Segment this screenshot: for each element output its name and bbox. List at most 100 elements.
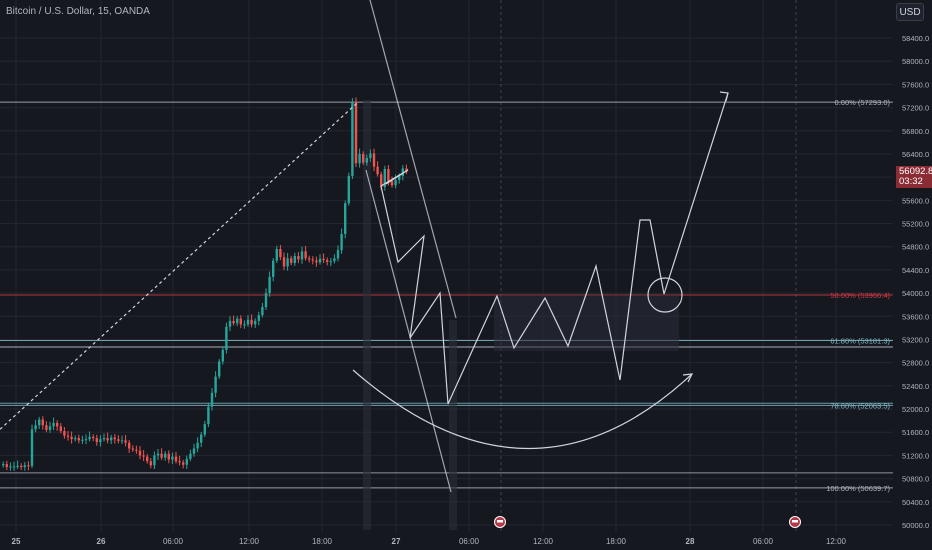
candle[interactable] [149, 461, 152, 466]
candle[interactable] [203, 424, 206, 435]
candle[interactable] [52, 422, 55, 427]
candle[interactable] [70, 436, 73, 440]
candle[interactable] [239, 318, 242, 325]
candle[interactable] [189, 453, 192, 459]
candle[interactable] [9, 466, 12, 468]
candle[interactable] [225, 326, 228, 350]
candle[interactable] [38, 419, 41, 426]
candle[interactable] [376, 166, 379, 175]
candle[interactable] [351, 102, 354, 176]
candle[interactable] [282, 257, 286, 267]
currency-button[interactable]: USD [896, 3, 924, 21]
candle[interactable] [66, 435, 70, 437]
candle[interactable] [41, 419, 44, 426]
time-axis[interactable]: 25 26 06:00 12:00 18:00 27 06:00 12:00 18:00 28 06… [0, 532, 932, 550]
price-path-projection[interactable] [380, 92, 729, 405]
candle[interactable] [261, 307, 264, 316]
candle[interactable] [304, 251, 307, 259]
candle[interactable] [286, 258, 289, 267]
candle[interactable] [5, 464, 8, 468]
candle[interactable] [275, 249, 278, 261]
candle[interactable] [322, 258, 325, 261]
candle[interactable] [146, 456, 149, 462]
candle[interactable] [214, 376, 217, 393]
candle[interactable] [336, 250, 340, 259]
candle[interactable] [293, 255, 296, 263]
candle[interactable] [124, 440, 127, 443]
candle[interactable] [390, 181, 394, 186]
candle[interactable] [221, 349, 224, 362]
candle[interactable] [272, 260, 275, 277]
candle[interactable] [329, 261, 332, 263]
candle[interactable] [333, 258, 336, 262]
candle[interactable] [228, 320, 232, 327]
candle[interactable] [250, 319, 253, 325]
candle[interactable] [113, 437, 116, 440]
candle[interactable] [45, 425, 48, 430]
candle[interactable] [23, 465, 26, 468]
candle[interactable] [34, 425, 37, 430]
candle[interactable] [48, 426, 52, 430]
candle[interactable] [156, 453, 160, 456]
candle[interactable] [120, 440, 124, 442]
candle[interactable] [95, 438, 98, 443]
candle[interactable] [74, 438, 77, 440]
candle[interactable] [387, 169, 390, 182]
candle[interactable] [340, 233, 343, 251]
candle[interactable] [254, 320, 257, 325]
candle[interactable] [63, 431, 66, 436]
candle[interactable] [30, 429, 34, 466]
candle[interactable] [135, 449, 138, 451]
candle[interactable] [196, 442, 199, 449]
candle[interactable] [246, 319, 250, 325]
candle[interactable] [20, 465, 23, 468]
candle[interactable] [344, 203, 347, 234]
candle[interactable] [207, 406, 210, 425]
candle[interactable] [236, 318, 239, 324]
candle[interactable] [160, 453, 163, 458]
candle[interactable] [84, 439, 88, 441]
candle[interactable] [218, 361, 221, 377]
candle[interactable] [311, 259, 314, 261]
candle[interactable] [290, 258, 293, 263]
candle[interactable] [102, 438, 106, 440]
candle[interactable] [372, 153, 376, 167]
candle[interactable] [138, 450, 142, 456]
candle[interactable] [308, 258, 311, 260]
candle[interactable] [182, 462, 185, 465]
candle[interactable] [365, 158, 368, 163]
candle[interactable] [81, 439, 84, 441]
candle[interactable] [106, 438, 109, 441]
candle[interactable] [59, 426, 62, 432]
candle[interactable] [174, 456, 178, 462]
candle[interactable] [12, 466, 16, 468]
candle[interactable] [315, 260, 318, 263]
candle[interactable] [27, 465, 30, 467]
candle[interactable] [88, 436, 91, 440]
candle[interactable] [167, 453, 170, 460]
candle[interactable] [243, 324, 246, 326]
candle[interactable] [297, 255, 300, 260]
candle[interactable] [128, 442, 131, 449]
candle[interactable] [279, 249, 282, 258]
candle[interactable] [2, 464, 5, 466]
candle[interactable] [358, 153, 361, 164]
candle[interactable] [394, 180, 397, 186]
candle[interactable] [362, 153, 365, 163]
candle[interactable] [318, 258, 322, 263]
candle[interactable] [200, 434, 203, 443]
candle[interactable] [300, 251, 304, 260]
candle[interactable] [185, 458, 188, 465]
candle[interactable] [268, 276, 271, 294]
dashed-trendline[interactable] [0, 101, 359, 430]
trend-drawings[interactable] [0, 0, 801, 528]
price-axis[interactable]: 50000.0 50400.0 50800.0 51200.0 51600.0 52000… [893, 0, 932, 550]
candle[interactable] [178, 461, 181, 463]
candle[interactable] [264, 293, 268, 308]
channel-lower-line[interactable] [365, 169, 452, 493]
candle[interactable] [164, 453, 167, 458]
candle[interactable] [326, 260, 329, 262]
candle[interactable] [117, 439, 120, 441]
candle[interactable] [354, 102, 358, 164]
candle[interactable] [257, 315, 260, 321]
